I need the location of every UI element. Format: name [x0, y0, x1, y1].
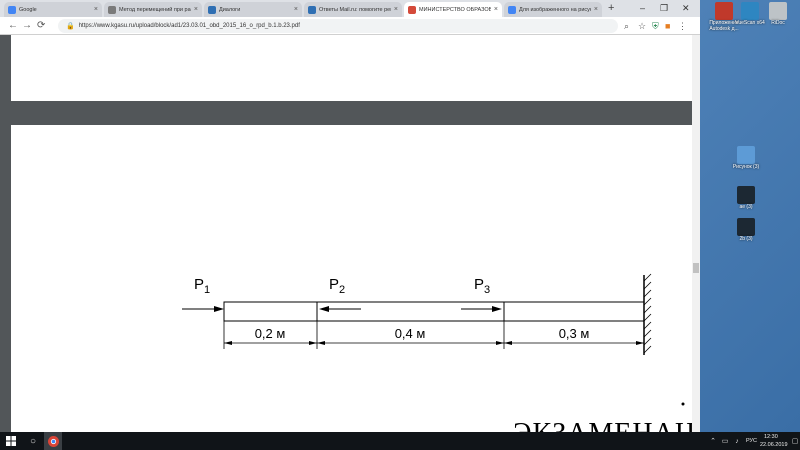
ridoc-icon	[769, 2, 787, 20]
tab-title: МИНИСТЕРСТВО ОБРАЗОВАНИ	[419, 6, 491, 13]
browser-window: Google × Метод перемещений при расч × Ди…	[0, 0, 700, 432]
tab-title: Для изображенного на рисунк	[519, 6, 591, 13]
bookmark-star-icon[interactable]: ☆	[638, 20, 646, 32]
pdf-page	[11, 35, 692, 101]
force-p2-label: P2	[329, 276, 345, 296]
google-icon	[508, 5, 516, 14]
clock-time[interactable]: 12:30	[764, 434, 778, 440]
close-icon[interactable]: ×	[194, 6, 198, 13]
start-button[interactable]	[0, 432, 22, 450]
close-icon[interactable]: ×	[294, 6, 298, 13]
back-button[interactable]: ←	[8, 19, 18, 33]
beam-diagram: 0,2 м 0,4 м 0,3 м P1 P2 P3	[182, 273, 685, 406]
pdf-viewer[interactable]: 0,2 м 0,4 м 0,3 м P1 P2 P3 ЭКЗАМЕНАЦ	[0, 35, 700, 432]
close-window-button[interactable]: ✕	[682, 1, 690, 15]
scrollbar[interactable]	[692, 35, 700, 432]
image-file-icon	[737, 218, 755, 236]
pdf-page: 0,2 м 0,4 м 0,3 м P1 P2 P3 ЭКЗАМЕНАЦ	[11, 125, 695, 432]
tab-mailru-answers[interactable]: Ответы Mail.ru: помогите реш ×	[304, 2, 402, 17]
beam	[223, 301, 645, 322]
windows-icon	[6, 436, 16, 446]
vk-icon	[208, 5, 216, 14]
segment-length-2: 0,4 м	[395, 326, 426, 341]
pdf-icon	[408, 5, 416, 14]
tab-image-search[interactable]: Для изображенного на рисунк ×	[504, 2, 602, 17]
desktop-icon-label: 2b (3)	[739, 236, 753, 242]
desktop-icon-2b[interactable]: 2b (3)	[724, 218, 768, 242]
tab-title: Google	[19, 6, 37, 13]
tab-title: Диалоги	[219, 6, 241, 13]
force-p2-arrowhead	[319, 306, 329, 312]
tab-bar: Google × Метод перемещений при расч × Ди…	[0, 0, 700, 17]
browser-toolbar: ← → ⟳ 🔒 https://www.kgasu.ru/upload/bloc…	[0, 17, 700, 35]
search-icon[interactable]: ○	[24, 432, 42, 450]
scrollbar-thumb[interactable]	[693, 263, 699, 273]
forward-button[interactable]: →	[22, 19, 32, 33]
force-p3-arrowhead	[492, 306, 502, 312]
minimize-button[interactable]: –	[640, 1, 645, 15]
close-icon[interactable]: ×	[494, 6, 498, 13]
tab-dialogs[interactable]: Диалоги ×	[204, 2, 302, 17]
clock-date[interactable]: 22.06.2019	[760, 442, 788, 448]
image-file-icon	[737, 146, 755, 164]
google-icon	[8, 5, 16, 14]
desktop-icon-label: ae (3)	[739, 204, 753, 210]
tab-ministry-pdf[interactable]: МИНИСТЕРСТВО ОБРАЗОВАНИ ×	[404, 2, 502, 17]
desktop-icon-ridoc[interactable]: RiDoc	[756, 2, 800, 26]
segment-length-1: 0,2 м	[255, 326, 286, 341]
zoom-icon[interactable]: ⌕	[624, 20, 629, 32]
chrome-taskbar-button[interactable]	[44, 432, 62, 450]
page-icon	[108, 5, 116, 14]
new-tab-button[interactable]: +	[608, 2, 614, 15]
address-bar[interactable]: 🔒 https://www.kgasu.ru/upload/block/ad1/…	[58, 19, 618, 33]
wall-hatching	[643, 273, 652, 354]
tab-method[interactable]: Метод перемещений при расч ×	[104, 2, 202, 17]
mailru-icon	[308, 5, 316, 14]
maximize-button[interactable]: ❐	[660, 1, 668, 15]
tray-chevron-icon[interactable]: ⌃	[708, 432, 718, 450]
tab-title: Метод перемещений при расч	[119, 6, 191, 13]
reload-button[interactable]: ⟳	[37, 19, 45, 33]
taskbar: ○ ⌃ ▭ ♪ РУС 12:30 22.06.2019 ▢	[0, 432, 800, 450]
notifications-icon[interactable]: ▢	[790, 432, 800, 450]
segment-length-3: 0,3 м	[559, 326, 590, 341]
force-p1-arrowhead	[214, 306, 224, 312]
tab-title: Ответы Mail.ru: помогите реш	[319, 6, 391, 13]
desktop-icon-label: Рисунок (3)	[732, 164, 760, 170]
chrome-icon	[47, 435, 59, 447]
shield-icon[interactable]: ⛨	[652, 20, 659, 32]
force-p1-label: P1	[194, 276, 210, 296]
exam-heading: ЭКЗАМЕНАЦ	[513, 418, 696, 432]
language-indicator[interactable]: РУС	[746, 438, 757, 444]
desktop-icon-image-file[interactable]: Рисунок (3)	[724, 146, 768, 170]
desktop-icon-ae[interactable]: ae (3)	[724, 186, 768, 210]
close-icon[interactable]: ×	[594, 6, 598, 13]
volume-icon[interactable]: ♪	[732, 432, 742, 450]
lock-icon: 🔒	[66, 23, 75, 30]
url-text: https://www.kgasu.ru/upload/block/ad1/23…	[78, 23, 300, 29]
extension-icon[interactable]: ■	[665, 20, 670, 32]
network-icon[interactable]: ▭	[720, 432, 730, 450]
close-icon[interactable]: ×	[94, 6, 98, 13]
desktop-icon-label: RiDoc	[771, 20, 785, 26]
tab-google[interactable]: Google ×	[4, 2, 102, 17]
force-p3-label: P3	[474, 276, 490, 296]
close-icon[interactable]: ×	[394, 6, 398, 13]
menu-icon[interactable]: ⋮	[678, 20, 687, 32]
image-file-icon	[737, 186, 755, 204]
bullet-dot	[681, 402, 685, 406]
